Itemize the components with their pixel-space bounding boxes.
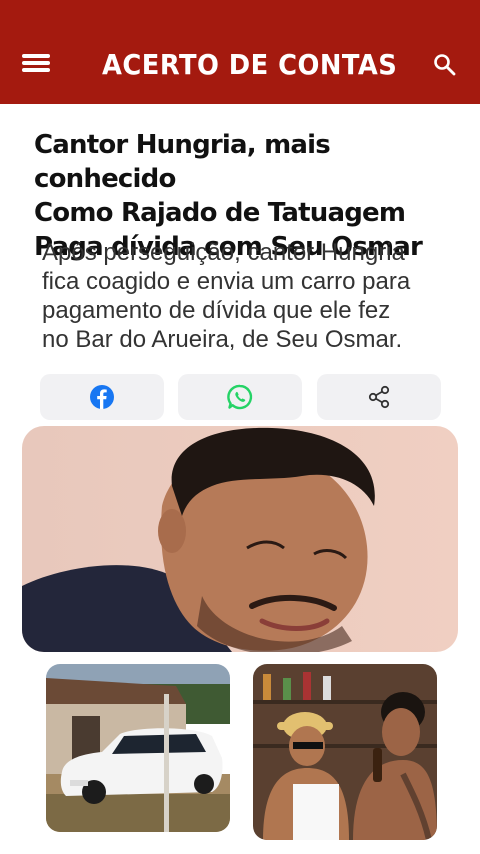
subtitle-line: fica coagido e envia um carro para	[42, 268, 411, 295]
share-generic-button[interactable]	[317, 374, 441, 420]
article-subtitle: Após perseguição, cantor Hungria fica co…	[42, 238, 442, 354]
top-app-bar: ACERTO DE CONTAS	[0, 0, 480, 104]
hamburger-menu-icon[interactable]	[22, 52, 50, 74]
thumbnail-bar-image[interactable]	[253, 664, 437, 840]
headline-line: Cantor Hungria, mais conhecido	[34, 130, 331, 194]
share-facebook-button[interactable]	[40, 374, 164, 420]
share-whatsapp-button[interactable]	[178, 374, 302, 420]
headline-line: Como Rajado de Tatuagem	[34, 198, 406, 228]
subtitle-line: no Bar do Arueira, de Seu Osmar.	[42, 326, 403, 353]
share-icon	[368, 385, 390, 409]
facebook-icon	[90, 385, 114, 409]
site-title[interactable]: ACERTO DE CONTAS	[102, 48, 397, 81]
search-icon[interactable]	[432, 52, 458, 78]
subtitle-line: Após perseguição, cantor Hungria	[42, 239, 405, 266]
hero-image[interactable]	[22, 426, 458, 652]
whatsapp-icon	[227, 384, 253, 410]
thumbnail-car-image[interactable]	[46, 664, 230, 832]
subtitle-line: pagamento de dívida que ele fez	[42, 297, 391, 324]
